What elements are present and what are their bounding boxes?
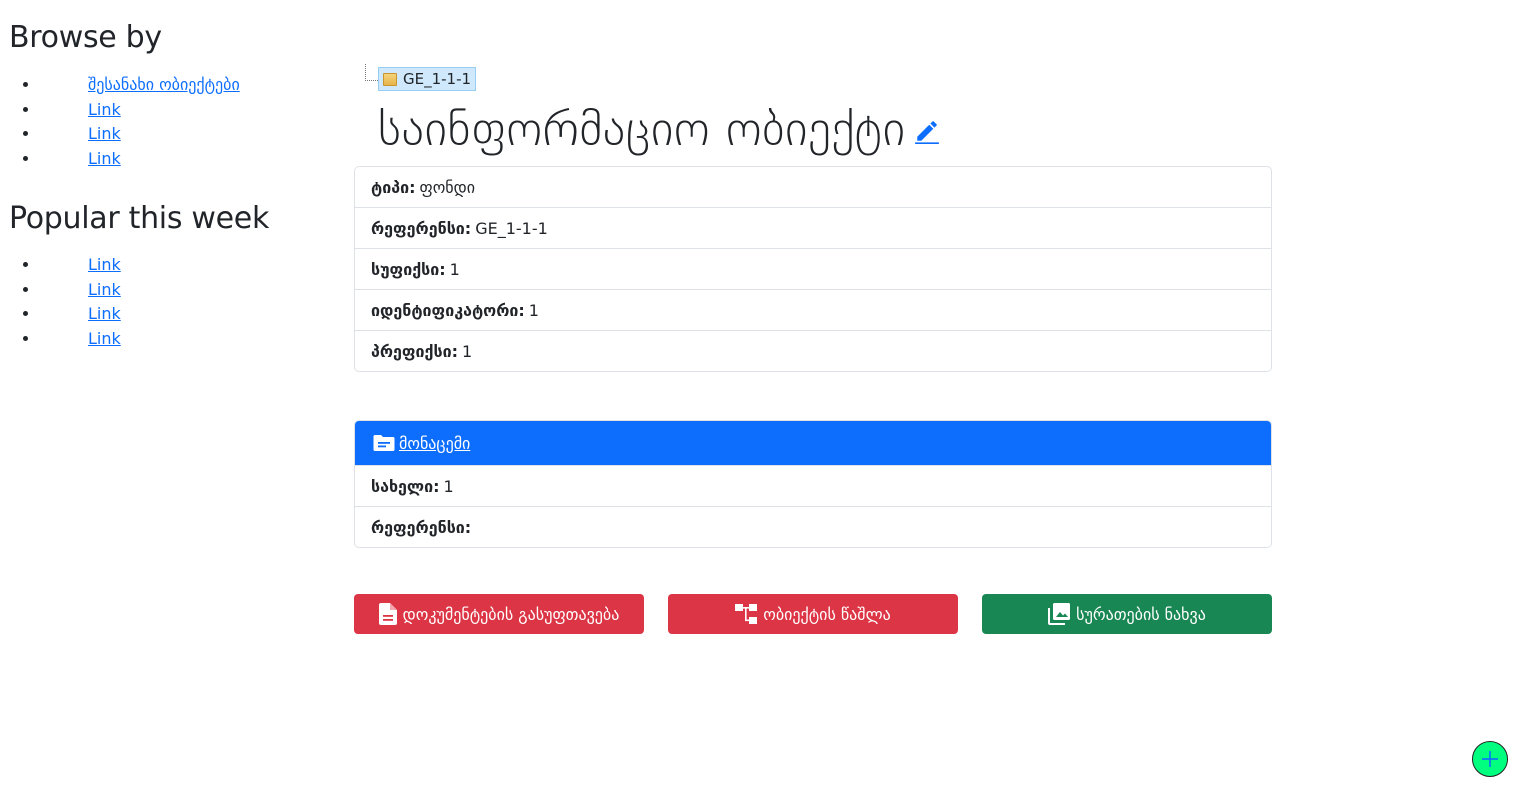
clear-documents-button[interactable]: დოკუმენტების გასუფთავება xyxy=(354,594,644,634)
page-title: საინფორმაციო ობიექტი xyxy=(378,96,940,162)
popular-link[interactable]: Link xyxy=(88,304,121,323)
browse-link[interactable]: Link xyxy=(88,100,121,119)
images-icon xyxy=(1048,603,1071,625)
popular-this-week-title: Popular this week xyxy=(9,201,270,236)
add-floating-button[interactable] xyxy=(1472,741,1508,777)
list-item: Link xyxy=(40,147,339,172)
delete-object-label: ობიექტის წაშლა xyxy=(763,604,891,624)
data-row-name: სახელი: 1 xyxy=(355,465,1271,506)
delete-object-button[interactable]: ობიექტის წაშლა xyxy=(668,594,958,634)
list-item: Link xyxy=(40,278,339,303)
tree-node-label[interactable]: GE_1-1-1 xyxy=(378,67,477,91)
info-row-type: ტიპი: ფონდი xyxy=(355,167,1271,207)
list-item: შესანახი ობიექტები xyxy=(40,73,339,98)
info-list: ტიპი: ფონდი რეფერენსი: GE_1-1-1 სუფიქსი: 1 … xyxy=(354,166,1272,372)
info-row-prefix: პრეფიქსი: 1 xyxy=(355,330,1271,371)
popular-list: Link Link Link Link xyxy=(9,253,339,351)
tree-connector xyxy=(365,64,378,81)
data-label: რეფერენსი: xyxy=(371,517,472,537)
data-card-header: მონაცემი xyxy=(355,421,1271,465)
view-images-button[interactable]: სურათების ნახვა xyxy=(982,594,1272,634)
data-label: სახელი: xyxy=(371,476,440,496)
list-item: Link xyxy=(40,122,339,147)
folder-icon xyxy=(373,435,395,451)
data-row-reference: რეფერენსი: xyxy=(355,506,1271,547)
pencil-icon[interactable] xyxy=(914,95,940,161)
sidebar: Browse by შესანახი ობიექტები Link Link L… xyxy=(9,18,339,351)
folder-icon xyxy=(383,72,397,86)
popular-link[interactable]: Link xyxy=(88,329,121,348)
data-card-header-link[interactable]: მონაცემი xyxy=(399,434,470,453)
info-label: ტიპი: xyxy=(371,177,416,197)
info-label: იდენტიფიკატორი: xyxy=(371,300,525,320)
info-row-reference: რეფერენსი: GE_1-1-1 xyxy=(355,207,1271,248)
browse-list: შესანახი ობიექტები Link Link Link xyxy=(9,73,339,171)
list-item: Link xyxy=(40,302,339,327)
popular-link[interactable]: Link xyxy=(88,280,121,299)
info-label: სუფიქსი: xyxy=(371,259,446,279)
browse-link-stored-objects[interactable]: შესანახი ობიექტები xyxy=(88,75,240,94)
browse-link[interactable]: Link xyxy=(88,149,121,168)
info-label: პრეფიქსი: xyxy=(371,341,459,361)
data-value: 1 xyxy=(443,476,454,496)
list-item: Link xyxy=(40,327,339,352)
tree-node-text: GE_1-1-1 xyxy=(403,70,472,88)
clear-documents-label: დოკუმენტების გასუფთავება xyxy=(402,604,620,624)
action-buttons: დოკუმენტების გასუფთავება ობიექტის წაშლა … xyxy=(354,594,1272,634)
info-value: 1 xyxy=(462,341,473,361)
hierarchy-icon xyxy=(735,604,758,624)
popular-link[interactable]: Link xyxy=(88,255,121,274)
document-icon xyxy=(378,603,397,625)
info-value: 1 xyxy=(528,300,539,320)
browse-link[interactable]: Link xyxy=(88,124,121,143)
browse-by-title: Browse by xyxy=(9,20,162,55)
info-row-identifier: იდენტიფიკატორი: 1 xyxy=(355,289,1271,330)
list-item: Link xyxy=(40,253,339,278)
info-value: 1 xyxy=(449,259,460,279)
plus-icon xyxy=(1482,751,1498,767)
info-label: რეფერენსი: xyxy=(371,218,472,238)
list-item: Link xyxy=(40,98,339,123)
view-images-label: სურათების ნახვა xyxy=(1076,604,1206,624)
info-value: GE_1-1-1 xyxy=(475,218,548,238)
page-title-text: საინფორმაციო ობიექტი xyxy=(378,101,906,157)
info-row-suffix: სუფიქსი: 1 xyxy=(355,248,1271,289)
info-value: ფონდი xyxy=(419,177,476,197)
data-card: მონაცემი სახელი: 1 რეფერენსი: xyxy=(354,420,1272,548)
